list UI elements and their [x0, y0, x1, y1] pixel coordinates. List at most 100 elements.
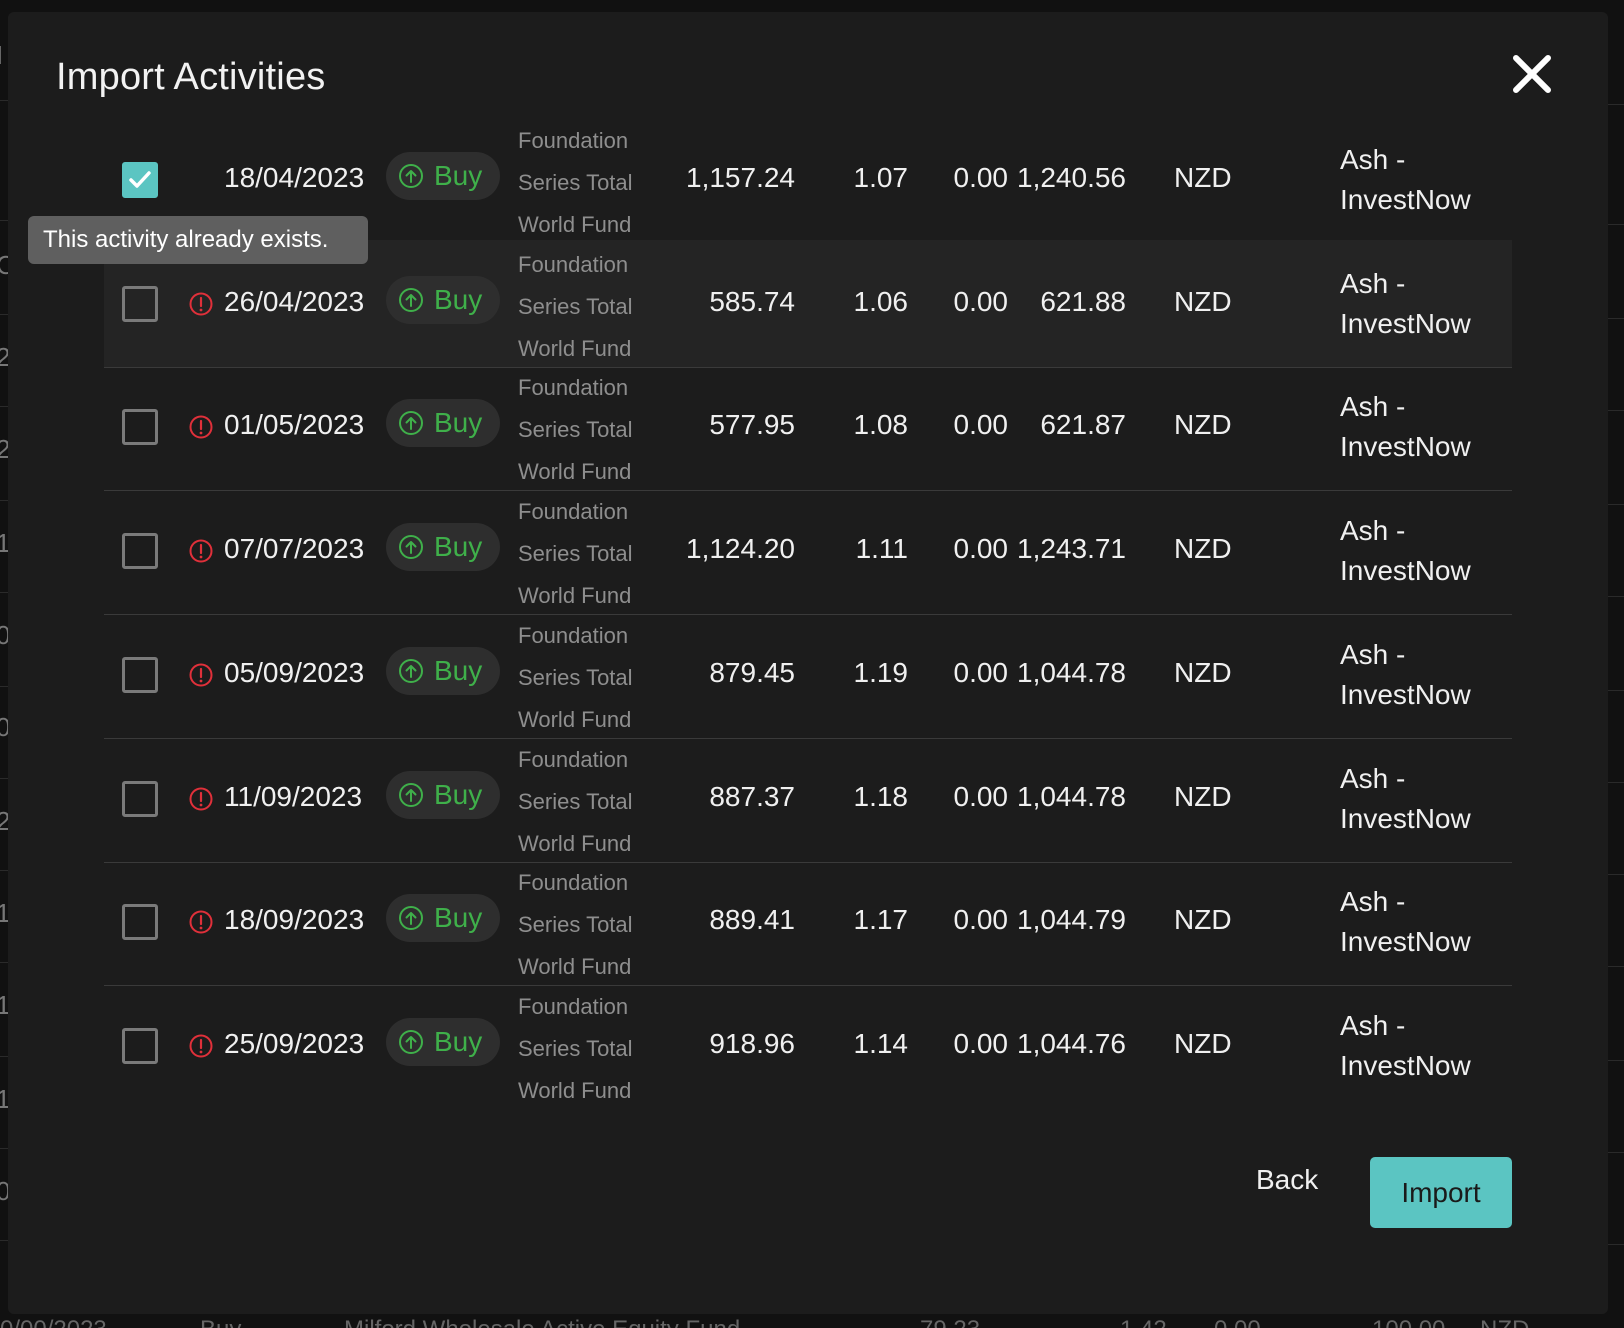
- background-divider: [0, 314, 8, 315]
- symbol-line: World Fund: [518, 1077, 632, 1103]
- background-divider: [1608, 1152, 1624, 1153]
- activity-type-label: Buy: [434, 1025, 483, 1057]
- account-line: InvestNow: [1340, 555, 1471, 587]
- activity-type-label: Buy: [434, 902, 483, 934]
- account-line: InvestNow: [1340, 678, 1471, 710]
- activity-type-badge: Buy: [386, 1017, 500, 1066]
- row-fee: 0.00: [953, 533, 1009, 565]
- background-date: 0/00/2023: [0, 1316, 107, 1328]
- row-account: Ash - InvestNow: [1340, 140, 1471, 220]
- symbol-line: Series Total: [518, 170, 633, 195]
- symbol-line: Foundation: [518, 622, 629, 648]
- activity-type-label: Buy: [434, 654, 483, 686]
- background-divider: [0, 592, 8, 593]
- background-price: 1.42: [1120, 1316, 1167, 1328]
- account-line: InvestNow: [1340, 431, 1471, 463]
- warning-icon[interactable]: [188, 909, 214, 935]
- symbol-line: Series Total: [518, 912, 633, 938]
- row-total: 1,243.71: [1017, 533, 1126, 565]
- symbol-line: Foundation: [518, 499, 629, 525]
- row-currency: NZD: [1174, 656, 1232, 688]
- check-icon: [129, 171, 151, 188]
- account-line: InvestNow: [1340, 926, 1471, 958]
- row-symbol: Foundation Series Total World Fund: [518, 128, 658, 246]
- arrow-up-circle-icon: [399, 782, 423, 807]
- row-date: 07/07/2023: [224, 533, 365, 565]
- warning-icon[interactable]: [188, 662, 214, 688]
- row-fee: 0.00: [953, 780, 1009, 812]
- background-divider: [0, 870, 8, 871]
- background-divider: [1608, 318, 1624, 319]
- account-line: InvestNow: [1340, 184, 1471, 215]
- row-unit-price: 1.14: [853, 1027, 909, 1059]
- row-unit-price: 1.08: [853, 409, 909, 441]
- background-divider: [1608, 690, 1624, 691]
- symbol-line: Foundation: [518, 128, 629, 153]
- symbol-line: Series Total: [518, 1035, 633, 1061]
- row-quantity: 577.95: [709, 409, 795, 441]
- row-symbol: Foundation Series Total World Fund: [518, 244, 658, 370]
- row-fee: 0.00: [953, 162, 1009, 193]
- symbol-line: Foundation: [518, 251, 629, 277]
- activity-type-label: Buy: [434, 407, 483, 439]
- row-date: 26/04/2023: [224, 285, 365, 317]
- arrow-up-circle-icon: [399, 658, 423, 683]
- symbol-line: Series Total: [518, 541, 633, 567]
- row-currency: NZD: [1174, 1027, 1232, 1059]
- background-divider: [1608, 596, 1624, 597]
- background-total: 100.00: [1372, 1316, 1445, 1328]
- background-symbol: Milford Wholesale Active Equity Fund: [344, 1316, 740, 1328]
- row-quantity: 918.96: [709, 1027, 795, 1059]
- row-checkbox[interactable]: [122, 656, 158, 693]
- row-currency: NZD: [1174, 162, 1232, 193]
- warning-icon[interactable]: [188, 291, 214, 317]
- activity-type-label: Buy: [434, 283, 483, 315]
- import-button[interactable]: Import: [1370, 1157, 1512, 1228]
- row-currency: NZD: [1174, 285, 1232, 317]
- row-checkbox[interactable]: [122, 904, 158, 941]
- background-divider: [0, 220, 8, 221]
- table-row: 07/07/2023 Buy Foundation Series Total W…: [104, 487, 1512, 616]
- background-edge-char: I: [0, 40, 3, 71]
- warning-icon[interactable]: [188, 414, 214, 440]
- row-quantity: 887.37: [709, 780, 795, 812]
- back-button[interactable]: Back: [1256, 1156, 1376, 1204]
- row-quantity: 1,124.20: [686, 533, 795, 565]
- row-checkbox[interactable]: [122, 780, 158, 817]
- warning-icon[interactable]: [188, 786, 214, 812]
- row-unit-price: 1.06: [853, 285, 909, 317]
- arrow-up-circle-icon: [399, 1029, 423, 1054]
- row-checkbox[interactable]: [122, 533, 158, 570]
- arrow-up-circle-icon: [399, 535, 423, 560]
- row-quantity: 1,157.24: [686, 162, 795, 193]
- row-unit-price: 1.11: [855, 533, 908, 565]
- row-total: 1,044.76: [1017, 1027, 1126, 1059]
- background-divider: [1608, 504, 1624, 505]
- row-symbol: Foundation Series Total World Fund: [518, 615, 658, 741]
- background-divider: [1608, 966, 1624, 967]
- row-total: 1,044.79: [1017, 904, 1126, 936]
- row-checkbox[interactable]: [122, 285, 158, 322]
- background-table-row: 0/00/2023 Buy Milford Wholesale Active E…: [0, 1316, 1624, 1328]
- account-line: InvestNow: [1340, 802, 1471, 834]
- row-checkbox[interactable]: [122, 1027, 158, 1064]
- row-account: Ash - InvestNow: [1340, 882, 1471, 962]
- row-total: 1,240.56: [1017, 162, 1126, 193]
- account-line: Ash -: [1340, 267, 1406, 299]
- background-divider: [0, 962, 8, 963]
- background-currency: NZD: [1480, 1316, 1529, 1328]
- warning-icon[interactable]: [188, 1033, 214, 1059]
- row-account: Ash - InvestNow: [1340, 759, 1471, 839]
- row-checkbox[interactable]: [122, 162, 158, 198]
- row-currency: NZD: [1174, 409, 1232, 441]
- row-currency: NZD: [1174, 533, 1232, 565]
- warning-icon[interactable]: [188, 538, 214, 564]
- activity-type-label: Buy: [434, 531, 483, 563]
- background-divider: [1608, 104, 1624, 105]
- row-date: 18/04/2023: [224, 162, 365, 193]
- row-date: 11/09/2023: [224, 780, 363, 812]
- activity-type-badge: Buy: [386, 152, 500, 200]
- arrow-up-circle-icon: [399, 906, 423, 931]
- close-button[interactable]: [1508, 50, 1556, 98]
- row-checkbox[interactable]: [122, 409, 158, 446]
